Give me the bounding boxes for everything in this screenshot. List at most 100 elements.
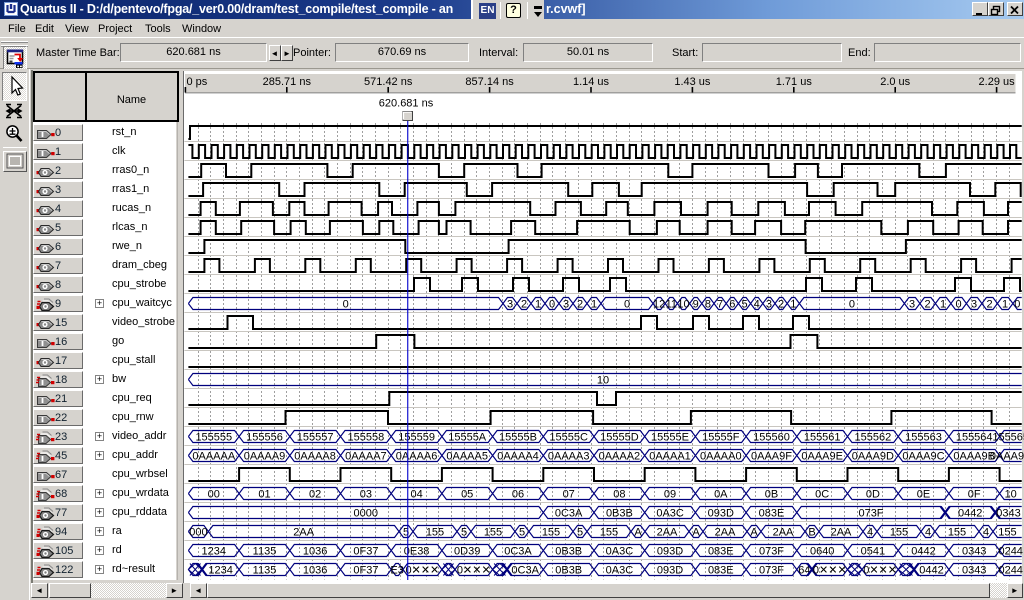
svg-text:0: 0 [549,299,555,311]
svg-text:1.43 us: 1.43 us [674,76,711,88]
svg-text:3: 3 [507,299,513,311]
svg-text:073F: 073F [759,546,784,558]
svg-text:0A: 0A [714,489,728,501]
svg-text:857.14 ns: 857.14 ns [465,76,514,88]
svg-text:155560: 155560 [753,432,790,444]
svg-text:5: 5 [741,299,747,311]
svg-text:2.29 us: 2.29 us [979,76,1016,88]
svg-text:15555E: 15555E [651,432,689,444]
svg-text:3: 3 [909,299,915,311]
svg-text:0343: 0343 [962,546,986,558]
svg-text:0AAA9C: 0AAA9C [902,451,944,463]
svg-text:5: 5 [577,527,583,539]
svg-text:155556: 155556 [246,432,283,444]
svg-text:0: 0 [624,299,630,311]
svg-text:15555B: 15555B [499,432,537,444]
svg-text:03: 03 [360,489,372,501]
svg-text:1234: 1234 [208,565,232,577]
svg-text:0: 0 [849,299,855,311]
svg-text:6: 6 [729,299,735,311]
svg-text:0✕✕✕: 0✕✕✕ [813,565,847,577]
svg-text:0AAA9F: 0AAA9F [751,451,792,463]
svg-text:0244: 0244 [998,546,1022,558]
svg-text:155: 155 [890,527,908,539]
svg-text:2: 2 [925,299,931,311]
svg-text:15555D: 15555D [600,432,639,444]
svg-text:15555F: 15555F [702,432,740,444]
svg-text:0AAAA0: 0AAAA0 [700,451,742,463]
svg-text:01: 01 [258,489,270,501]
svg-text:0C: 0C [815,489,829,501]
svg-text:0A3C: 0A3C [656,508,684,520]
svg-text:093D: 093D [657,565,683,577]
svg-text:0E: 0E [917,489,930,501]
svg-text:0AAAA3: 0AAAA3 [548,451,590,463]
svg-text:2AA: 2AA [657,527,678,539]
svg-text:0AAAA2: 0AAAA2 [599,451,641,463]
svg-text:0: 0 [956,299,962,311]
svg-text:2AA: 2AA [293,527,314,539]
svg-text:083E: 083E [759,508,785,520]
svg-text:10: 10 [1005,489,1017,501]
svg-text:0C3A: 0C3A [511,565,539,577]
svg-text:7: 7 [717,299,723,311]
svg-text:0AAA9A: 0AAA9A [990,451,1024,463]
svg-text:10: 10 [677,299,689,311]
svg-text:155557: 155557 [297,432,334,444]
svg-text:0244: 0244 [998,565,1022,577]
svg-text:0D: 0D [866,489,880,501]
svg-text:0442: 0442 [911,546,935,558]
svg-text:06: 06 [512,489,524,501]
svg-text:155: 155 [948,527,966,539]
svg-text:155559: 155559 [398,432,435,444]
svg-text:155: 155 [542,527,560,539]
svg-text:1: 1 [1002,299,1008,311]
svg-text:155561: 155561 [804,432,841,444]
svg-text:0640: 0640 [810,546,834,558]
svg-text:155564: 155564 [956,432,993,444]
svg-text:08: 08 [613,489,625,501]
svg-text:1: 1 [535,299,541,311]
svg-text:0A3C: 0A3C [606,565,634,577]
svg-text:1.71 us: 1.71 us [776,76,813,88]
svg-text:155565: 155565 [992,432,1024,444]
svg-text:0✕✕✕: 0✕✕✕ [863,565,897,577]
svg-text:4: 4 [983,527,989,539]
svg-text:0442: 0442 [958,508,982,520]
svg-text:1234: 1234 [202,546,226,558]
svg-text:0B3B: 0B3B [555,565,582,577]
svg-text:1.14 us: 1.14 us [573,76,610,88]
svg-text:0AAAA8: 0AAAA8 [294,451,336,463]
svg-text:2: 2 [987,299,993,311]
svg-text:A: A [750,527,758,539]
svg-text:0000: 0000 [354,508,378,520]
svg-text:083E: 083E [708,546,734,558]
svg-text:2: 2 [778,299,784,311]
svg-text:2AA: 2AA [831,527,852,539]
svg-text:0✕✕✕: 0✕✕✕ [406,565,440,577]
svg-text:3: 3 [971,299,977,311]
svg-text:0: 0 [343,299,349,311]
svg-text:155558: 155558 [348,432,385,444]
svg-text:0AAA9B: 0AAA9B [953,451,995,463]
svg-text:3: 3 [766,299,772,311]
svg-text:073F: 073F [759,565,784,577]
svg-text:9: 9 [693,299,699,311]
svg-text:155555: 155555 [195,432,232,444]
svg-text:0AAAA6: 0AAAA6 [396,451,438,463]
svg-text:4: 4 [867,527,873,539]
svg-text:0✕✕✕: 0✕✕✕ [457,565,491,577]
svg-text:155563: 155563 [905,432,942,444]
svg-text:0F37: 0F37 [353,546,378,558]
svg-text:0F: 0F [968,489,981,501]
svg-text:05: 05 [461,489,473,501]
svg-text:B: B [808,527,815,539]
svg-text:0 ps: 0 ps [187,76,208,88]
svg-text:571.42 ns: 571.42 ns [364,76,413,88]
svg-text:A: A [634,527,642,539]
svg-text:0442: 0442 [919,565,943,577]
svg-text:10: 10 [597,375,609,387]
svg-text:09: 09 [664,489,676,501]
svg-text:04: 04 [410,489,422,501]
svg-text:000: 000 [189,527,207,539]
